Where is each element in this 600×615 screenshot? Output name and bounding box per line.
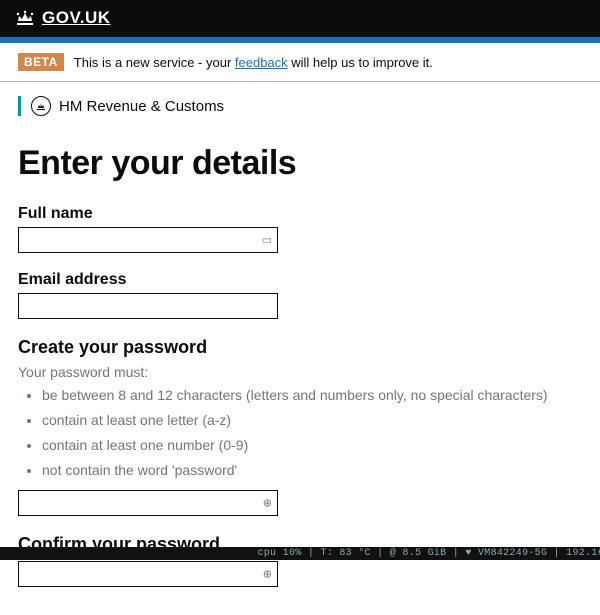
org-name: HM Revenue & Customs <box>59 98 224 115</box>
page-title: Enter your details <box>18 144 582 183</box>
phase-banner: BETA This is a new service - your feedba… <box>0 43 600 82</box>
password-rule: not contain the word 'password' <box>42 461 582 480</box>
password-heading: Create your password <box>18 337 582 358</box>
header-stripe <box>0 36 600 43</box>
crown-icon <box>14 9 36 27</box>
org-banner: HM Revenue & Customs <box>18 96 582 116</box>
status-text: cpu 10% | T: 83 °C | @ 8.5 GiB | ♥ VM842… <box>257 548 600 559</box>
password-group: Create your password Your password must:… <box>18 337 582 516</box>
phase-text-after: will help us to improve it. <box>288 55 433 70</box>
password-input[interactable] <box>18 490 278 516</box>
phase-text: This is a new service - your feedback wi… <box>74 55 433 70</box>
email-input[interactable] <box>18 293 278 319</box>
hmrc-crown-icon <box>31 96 51 116</box>
main-content: Enter your details Full name ▭ Email add… <box>0 116 600 615</box>
gov-header: GOV.UK <box>0 0 600 36</box>
full-name-group: Full name ▭ <box>18 205 582 253</box>
beta-tag: BETA <box>18 53 64 71</box>
system-status-bar: cpu 10% | T: 83 °C | @ 8.5 GiB | ♥ VM842… <box>0 547 600 560</box>
password-rule: contain at least one number (0-9) <box>42 436 582 455</box>
password-rule: be between 8 and 12 characters (letters … <box>42 386 582 405</box>
password-rule: contain at least one letter (a-z) <box>42 411 582 430</box>
password-hint: Your password must: <box>18 364 582 380</box>
govuk-home-link[interactable]: GOV.UK <box>42 8 111 28</box>
feedback-link[interactable]: feedback <box>235 55 288 70</box>
full-name-label: Full name <box>18 205 582 223</box>
email-group: Email address <box>18 271 582 319</box>
full-name-input[interactable] <box>18 227 278 253</box>
phase-text-before: This is a new service - your <box>74 55 235 70</box>
email-label: Email address <box>18 271 582 289</box>
password-rules: be between 8 and 12 characters (letters … <box>18 386 582 480</box>
confirm-password-group: Confirm your password ⊕ <box>18 534 582 587</box>
confirm-password-input[interactable] <box>18 561 278 587</box>
